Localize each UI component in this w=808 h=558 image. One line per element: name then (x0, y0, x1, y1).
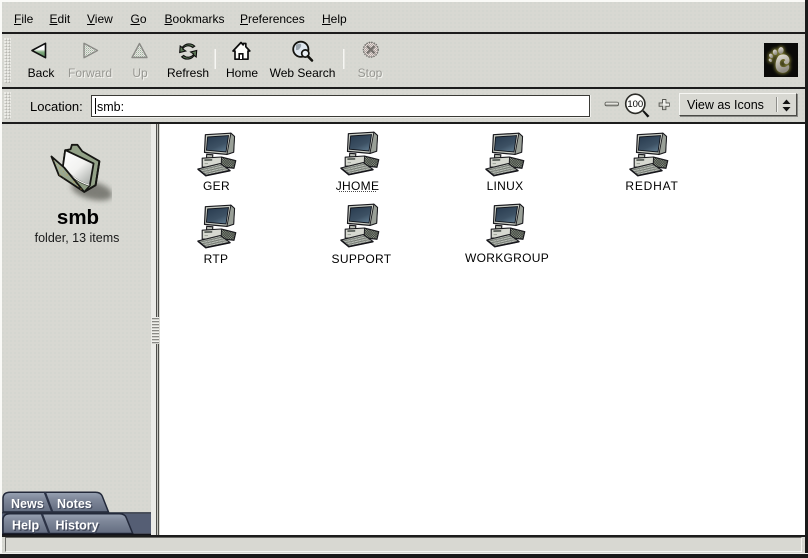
svg-text:History: History (56, 519, 99, 533)
svg-text:Notes: Notes (57, 497, 92, 511)
svg-text:Help: Help (12, 519, 39, 533)
svg-text:100: 100 (627, 99, 643, 110)
svg-text:News: News (11, 497, 44, 511)
